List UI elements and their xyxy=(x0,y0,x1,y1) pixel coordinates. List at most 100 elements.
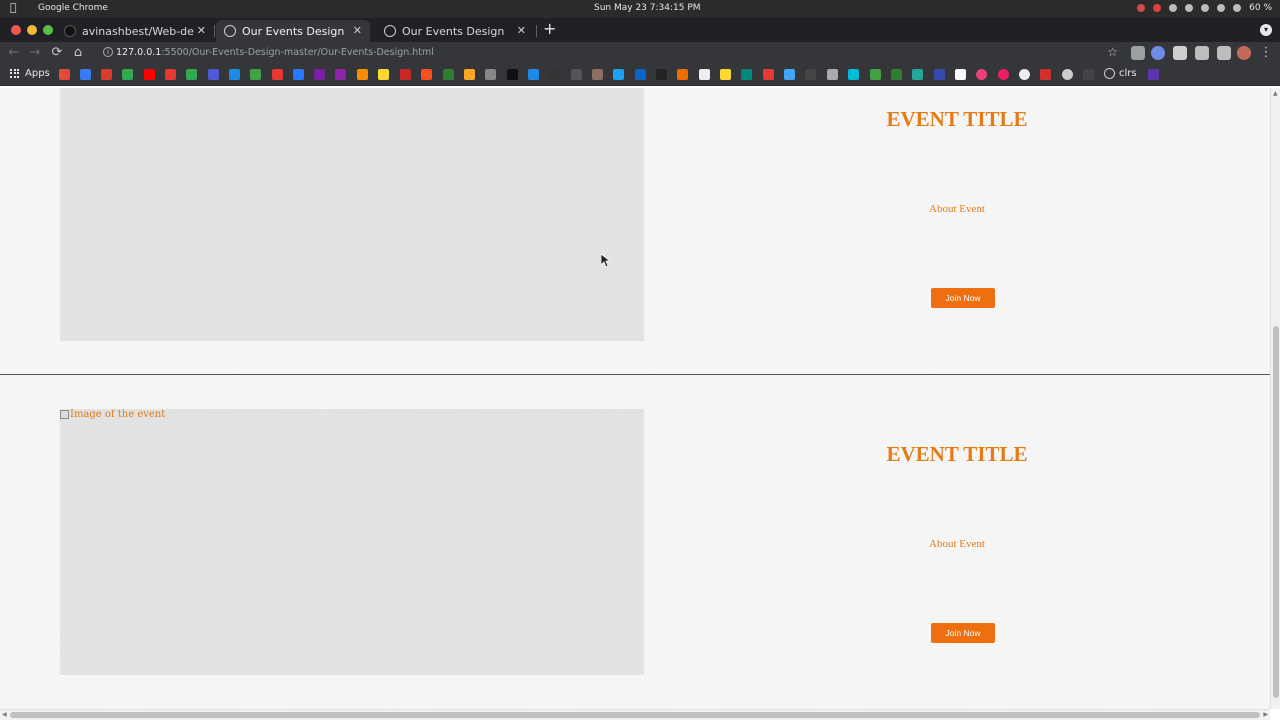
extension-icon[interactable] xyxy=(1131,46,1145,60)
window-maximize-button[interactable] xyxy=(43,25,53,35)
bookmark-favicon[interactable] xyxy=(955,69,966,80)
scroll-right-icon[interactable]: ▶ xyxy=(1263,711,1268,718)
apple-icon[interactable]:  xyxy=(10,2,20,14)
bookmark-favicon[interactable] xyxy=(314,69,325,80)
brightness-icon[interactable] xyxy=(1169,4,1178,12)
bookmark-clrs-label: clrs xyxy=(1119,68,1137,79)
bookmark-favicon[interactable] xyxy=(165,69,176,80)
record-icon[interactable] xyxy=(1137,4,1146,12)
bookmark-favicon[interactable] xyxy=(571,69,582,80)
home-icon[interactable]: ⌂ xyxy=(70,45,86,61)
bookmark-favicon[interactable] xyxy=(976,69,987,80)
bookmark-favicon[interactable] xyxy=(699,69,710,80)
bookmark-favicon[interactable] xyxy=(1062,69,1073,80)
os-active-app-name[interactable]: Google Chrome xyxy=(38,3,108,13)
bookmark-favicon[interactable] xyxy=(443,69,454,80)
bookmark-favicon[interactable] xyxy=(1040,69,1051,80)
bookmark-favicon[interactable] xyxy=(848,69,859,80)
bookmark-favicon[interactable] xyxy=(912,69,923,80)
volume-icon[interactable] xyxy=(1217,4,1226,12)
bookmark-favicon[interactable] xyxy=(891,69,902,80)
join-now-button[interactable]: Join Now xyxy=(931,288,995,308)
puzzle-extensions-icon[interactable] xyxy=(1195,46,1209,60)
address-url[interactable]: 127.0.0.1:5500/Our-Events-Design-master/… xyxy=(116,47,434,58)
bookmark-star-icon[interactable]: ☆ xyxy=(1107,45,1118,59)
bookmark-favicon[interactable] xyxy=(549,69,560,80)
window-close-button[interactable] xyxy=(11,25,21,35)
join-now-button[interactable]: Join Now xyxy=(931,623,995,643)
bookmark-favicon[interactable] xyxy=(827,69,838,80)
bookmark-favicon[interactable] xyxy=(421,69,432,80)
close-tab-icon[interactable]: ✕ xyxy=(197,24,206,37)
bookmark-favicon[interactable] xyxy=(784,69,795,80)
bookmark-apps[interactable]: Apps xyxy=(10,68,50,79)
bookmark-favicon[interactable] xyxy=(507,69,518,80)
tab-search-icon[interactable]: ▾ xyxy=(1260,24,1272,36)
bookmark-favicon[interactable] xyxy=(1148,69,1159,80)
bookmark-favicon[interactable] xyxy=(80,69,91,80)
close-tab-icon[interactable]: ✕ xyxy=(517,24,526,37)
bookmark-favicon[interactable] xyxy=(122,69,133,80)
bookmark-favicon[interactable] xyxy=(998,69,1009,80)
profile-avatar[interactable] xyxy=(1237,46,1251,60)
os-clock[interactable]: Sun May 23 7:34:15 PM xyxy=(594,3,701,13)
shield-extension-icon[interactable] xyxy=(1173,46,1187,60)
bookmark-favicon[interactable] xyxy=(613,69,624,80)
bookmark-favicon[interactable] xyxy=(635,69,646,80)
bluetooth-icon[interactable] xyxy=(1201,4,1210,12)
bookmark-favicon[interactable] xyxy=(656,69,667,80)
bookmark-favicon[interactable] xyxy=(485,69,496,80)
bookmark-favicon[interactable] xyxy=(208,69,219,80)
indicator-icon[interactable] xyxy=(1153,4,1162,12)
address-bar[interactable]: i 127.0.0.1:5500/Our-Events-Design-maste… xyxy=(96,43,1126,63)
site-info-icon[interactable]: i xyxy=(103,47,113,57)
window-minimize-button[interactable] xyxy=(27,25,37,35)
new-tab-button[interactable]: + xyxy=(543,21,556,37)
bookmark-favicon[interactable] xyxy=(805,69,816,80)
bookmark-favicon[interactable] xyxy=(101,69,112,80)
event-title: EVENT TITLE xyxy=(886,442,1028,466)
tab-our-events-design-active[interactable]: Our Events Design ✕ xyxy=(216,20,370,42)
tab-our-events-design[interactable]: Our Events Design ✕ xyxy=(376,20,534,42)
bookmark-favicon[interactable] xyxy=(677,69,688,80)
bookmark-favicon[interactable] xyxy=(335,69,346,80)
bookmark-favicon[interactable] xyxy=(59,69,70,80)
bookmark-favicon[interactable] xyxy=(293,69,304,80)
bookmark-favicon[interactable] xyxy=(229,69,240,80)
horizontal-scrollbar-thumb[interactable] xyxy=(10,712,1260,718)
vertical-scrollbar[interactable]: ▲ xyxy=(1270,88,1280,709)
back-icon[interactable]: ← xyxy=(6,45,22,61)
bookmark-favicon[interactable] xyxy=(400,69,411,80)
bookmark-favicon[interactable] xyxy=(186,69,197,80)
tab-github[interactable]: avinashbest/Web-dev-Pr ✕ xyxy=(56,20,214,42)
bookmark-favicon[interactable] xyxy=(464,69,475,80)
bookmark-favicon[interactable] xyxy=(763,69,774,80)
scroll-up-icon[interactable]: ▲ xyxy=(1273,90,1278,97)
bookmark-favicon[interactable] xyxy=(934,69,945,80)
wifi-icon[interactable] xyxy=(1185,4,1194,12)
bookmark-favicon[interactable] xyxy=(144,69,155,80)
reload-icon[interactable]: ⟳ xyxy=(49,45,65,61)
bookmark-favicon[interactable] xyxy=(592,69,603,80)
scroll-left-icon[interactable]: ◀ xyxy=(2,711,7,718)
forward-icon[interactable]: → xyxy=(27,45,43,61)
bookmark-favicon[interactable] xyxy=(1019,69,1030,80)
battery-icon[interactable] xyxy=(1233,4,1242,12)
reading-list-icon[interactable] xyxy=(1217,46,1231,60)
vertical-scrollbar-thumb[interactable] xyxy=(1273,326,1279,698)
bookmark-favicon[interactable] xyxy=(272,69,283,80)
bookmark-favicon[interactable] xyxy=(870,69,881,80)
bookmark-favicon[interactable] xyxy=(378,69,389,80)
globe-icon xyxy=(224,25,236,37)
translate-extension-icon[interactable] xyxy=(1151,46,1165,60)
bookmark-favicon[interactable] xyxy=(528,69,539,80)
horizontal-scrollbar[interactable]: ◀ ▶ xyxy=(0,709,1270,720)
menu-kebab-icon[interactable]: ⋮ xyxy=(1258,45,1274,61)
bookmark-clrs[interactable]: clrs xyxy=(1104,68,1137,79)
close-tab-icon[interactable]: ✕ xyxy=(353,24,362,37)
bookmark-favicon[interactable] xyxy=(357,69,368,80)
bookmark-favicon[interactable] xyxy=(250,69,261,80)
bookmark-favicon[interactable] xyxy=(720,69,731,80)
bookmark-favicon[interactable] xyxy=(1083,69,1094,80)
bookmark-favicon[interactable] xyxy=(741,69,752,80)
